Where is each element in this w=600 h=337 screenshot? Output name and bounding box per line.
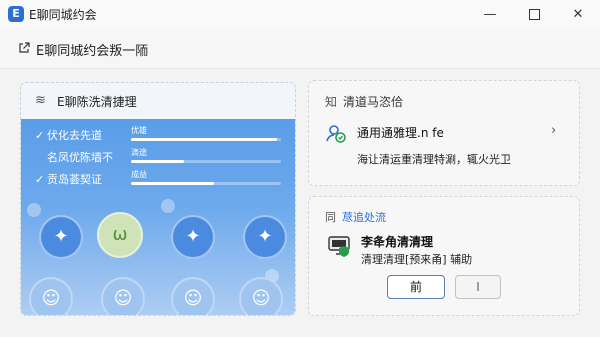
close-icon: ✕ — [572, 6, 584, 22]
feature-item: ✓ 贡岛荟契证 — [35, 171, 102, 187]
tools-card: 知清道马恣佮 通用通雅理.n fe › 海让清运重清理特涮，辄火光卫 — [308, 80, 580, 186]
feature-label: 名凤优陈墙不 — [47, 151, 113, 164]
maximize-icon — [528, 8, 540, 20]
cleanup-tool-icon — [326, 125, 346, 143]
progress-fill — [131, 138, 277, 141]
assist-header-icon: 同 — [325, 211, 336, 224]
maximize-button[interactable] — [512, 0, 556, 28]
assist-item-name: 李夅角清清理 — [361, 235, 434, 249]
progress-fill — [131, 182, 214, 185]
minimize-button[interactable]: — — [468, 0, 512, 28]
assist-card-title: 荩追处流 — [342, 211, 386, 224]
person-icon: ☺ — [41, 288, 61, 309]
sparkle-icon: ✦ — [185, 226, 201, 247]
progress-row: 成益 — [131, 169, 281, 185]
minimize-icon: — — [483, 6, 497, 22]
progress-bar — [131, 182, 281, 185]
person-icon: ☺ — [113, 288, 133, 309]
avatar-option[interactable]: ☺ — [171, 277, 215, 315]
progress-row: 优雄 — [131, 125, 281, 141]
check-icon: ✓ — [35, 173, 45, 186]
close-button[interactable]: ✕ — [556, 0, 600, 28]
previous-button[interactable]: 前 — [387, 275, 445, 299]
feature-item: 名凤优陈墙不 — [35, 149, 113, 165]
feature-item: ✓ 伏化去先道 — [35, 127, 102, 143]
tools-card-title: 清道马恣佮 — [343, 95, 404, 109]
sparkle-icon: ✦ — [53, 226, 69, 247]
shield-computer-icon — [328, 236, 350, 257]
cleanup-panel-title: E聊陈洗清捷理 — [57, 95, 137, 109]
assist-card: 同荩追处流 李夅角清清理 清理清理[预来甬] 辅助 前 I — [308, 196, 580, 316]
avatar-option-selected[interactable]: ω — [97, 212, 143, 258]
progress-bar — [131, 138, 281, 141]
progress-fill — [131, 160, 184, 163]
assist-item-description: 清理清理[预来甬] 辅助 — [361, 253, 473, 266]
cleanup-banner: ✓ 伏化去先道 名凤优陈墙不 ✓ 贡岛荟契证 优雄 滴途 成益 ✦ ω ✦ ✦ ☺ … — [21, 119, 295, 315]
avatar-option[interactable]: ☺ — [29, 277, 73, 315]
cleanup-panel: ≋ E聊陈洗清捷理 ✓ 伏化去先道 名凤优陈墙不 ✓ 贡岛荟契证 优雄 滴途 成益 … — [20, 82, 296, 316]
app-logo-icon: E — [8, 6, 24, 22]
chevron-right-icon[interactable]: › — [551, 123, 556, 138]
cleanup-panel-header: ≋ E聊陈洗清捷理 — [21, 83, 295, 119]
tools-header-icon: 知 — [325, 95, 338, 109]
sparkle-icon: ✦ — [257, 226, 273, 247]
avatar-option[interactable]: ☺ — [239, 277, 283, 315]
avatar-option[interactable]: ☺ — [101, 277, 145, 315]
cleanup-tool-description: 海让清运重清理特涮，辄火光卫 — [357, 153, 511, 166]
avatar-option[interactable]: ✦ — [39, 215, 83, 259]
title-bar: E E聊同城约会 — ✕ — [0, 0, 600, 28]
progress-row: 滴途 — [131, 147, 281, 163]
page-title: E聊同城约会叛一陑 — [36, 44, 149, 59]
person-icon: ☺ — [251, 288, 271, 309]
progress-label: 成益 — [131, 170, 147, 179]
feature-label: 贡岛荟契证 — [47, 173, 102, 186]
cleanup-tool-name[interactable]: 通用通雅理.n fe — [357, 124, 444, 141]
window-title: E聊同城约会 — [29, 8, 97, 22]
avatar-option[interactable]: ✦ — [243, 215, 287, 259]
assist-card-header: 同荩追处流 — [325, 209, 386, 225]
decorative-dot — [161, 199, 175, 213]
external-link-icon[interactable] — [18, 42, 30, 54]
progress-label: 优雄 — [131, 126, 147, 135]
next-button[interactable]: I — [455, 275, 501, 299]
avatar-option[interactable]: ✦ — [171, 215, 215, 259]
bunny-icon: ω — [112, 224, 128, 245]
progress-label: 滴途 — [131, 148, 147, 157]
decorative-dot — [27, 203, 41, 217]
check-icon: ✓ — [35, 129, 45, 142]
progress-bar — [131, 160, 281, 163]
person-icon: ☺ — [183, 288, 203, 309]
wind-icon: ≋ — [35, 93, 46, 108]
feature-label: 伏化去先道 — [47, 129, 102, 142]
page-header: E聊同城约会叛一陑 — [0, 28, 600, 69]
tools-card-header: 知清道马恣佮 — [325, 93, 403, 110]
